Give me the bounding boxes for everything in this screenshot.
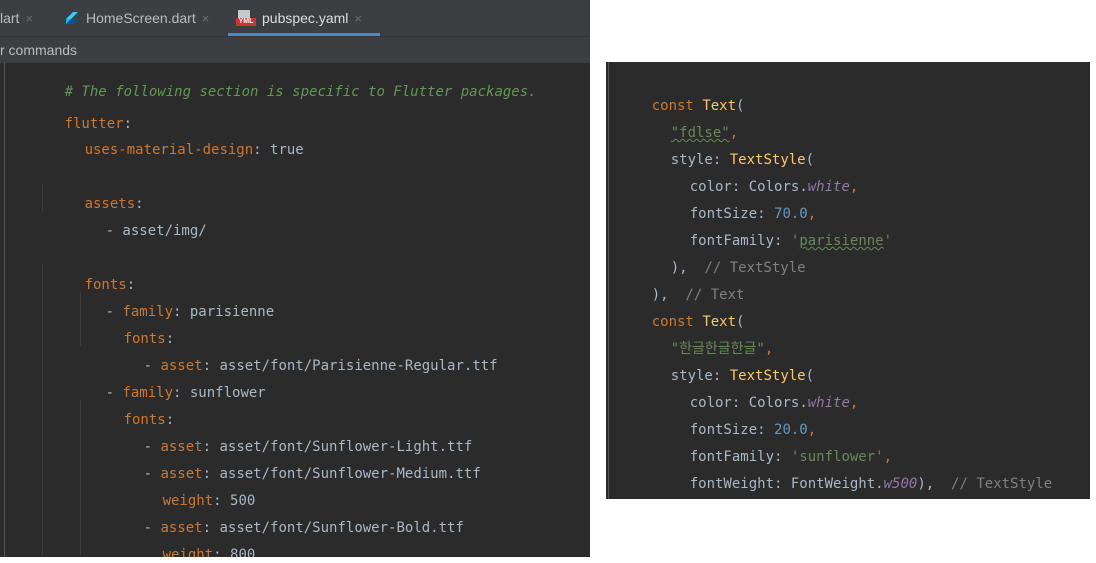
code-line: const Text(: [651, 314, 745, 330]
code-line: ), // Text: [618, 471, 744, 498]
code-line: ), // Text: [651, 287, 745, 303]
code-line: - asset: asset/font/Sunflower-Bold.ttf: [143, 520, 464, 536]
code-line: weight: 800: [162, 547, 256, 557]
fold-gutter: [4, 62, 5, 557]
yaml-file-icon: YML: [236, 10, 256, 26]
code-line: - family: parisienne: [105, 304, 275, 320]
tab-dart-file[interactable]: lart ×: [0, 0, 33, 36]
code-line: fontSize: 70.0,: [689, 206, 817, 222]
code-line: fontSize: 20.0,: [689, 422, 817, 438]
code-line: "fdlse",: [670, 125, 739, 141]
code-line: - asset/img/: [105, 223, 207, 239]
close-icon[interactable]: ×: [25, 11, 33, 26]
tab-homescreen-dart[interactable]: HomeScreen.dart ×: [64, 0, 209, 36]
code-line: color: Colors.white,: [689, 395, 859, 411]
code-line: fonts:: [123, 331, 175, 347]
code-line: - family: sunflower: [105, 385, 266, 401]
code-line: fontFamily: 'sunflower',: [689, 449, 893, 465]
code-line: - asset: asset/font/Sunflower-Light.ttf: [143, 439, 473, 455]
dart-editor-panel[interactable]: const Text( "fdlse", style: TextStyle( c…: [606, 62, 1090, 499]
code-line: const Text(: [651, 98, 745, 114]
code-line: flutter:: [64, 116, 133, 132]
code-line: uses-material-design: true: [84, 142, 304, 158]
code-line: - asset: asset/font/Parisienne-Regular.t…: [143, 358, 498, 374]
tab-label: lart: [0, 10, 20, 26]
code-line: style: TextStyle(: [670, 368, 815, 384]
code-line: fonts:: [123, 412, 175, 428]
code-line: color: Colors.white,: [689, 179, 859, 195]
tab-pubspec-yaml[interactable]: YML pubspec.yaml ×: [236, 0, 362, 36]
tab-label: HomeScreen.dart: [86, 10, 196, 26]
fold-gutter: [608, 62, 609, 499]
code-line: - asset: asset/font/Sunflower-Medium.ttf: [143, 466, 481, 482]
code-line: # The following section is specific to F…: [64, 84, 537, 100]
code-line: style: TextStyle(: [670, 152, 815, 168]
code-line: fontWeight: FontWeight.w500), // TextSty…: [689, 476, 1053, 492]
code-line: fontFamily: 'parisienne': [689, 233, 893, 249]
yaml-badge: YML: [236, 18, 256, 26]
close-icon[interactable]: ×: [202, 11, 210, 26]
code-line: "한글한글한글",: [670, 341, 774, 357]
code-line: fonts:: [84, 277, 136, 293]
dart-file-icon: [66, 12, 78, 24]
code-line: ), // TextStyle: [670, 260, 806, 276]
close-icon[interactable]: ×: [354, 11, 362, 26]
editor-tab-bar: lart × HomeScreen.dart × YML pubspec.yam…: [0, 0, 590, 36]
yaml-code-area[interactable]: # The following section is specific to F…: [0, 62, 590, 557]
tab-label: pubspec.yaml: [262, 10, 349, 26]
code-line: weight: 500: [162, 493, 256, 509]
code-line: assets:: [84, 196, 144, 212]
yaml-editor-panel: lart × HomeScreen.dart × YML pubspec.yam…: [0, 0, 590, 557]
